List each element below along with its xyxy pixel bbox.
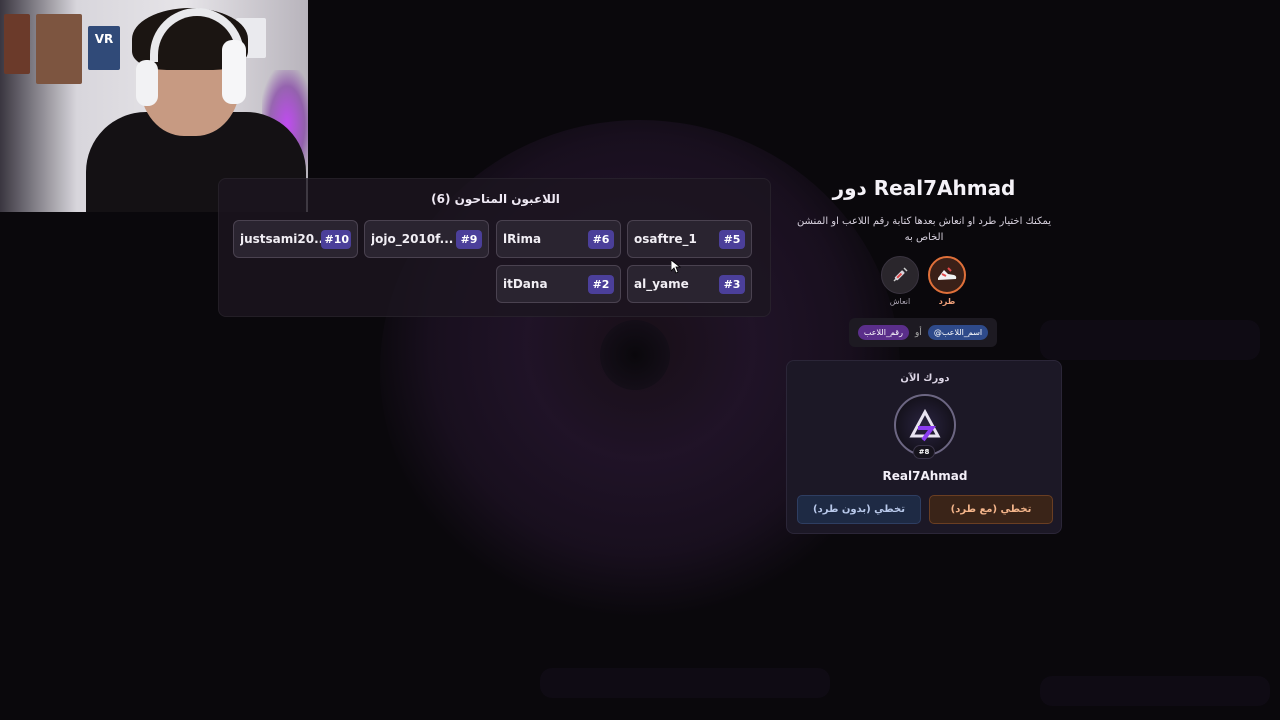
player-name: osaftre_1	[634, 232, 697, 246]
current-turn-label: دورك الآن	[900, 373, 950, 384]
turn-instructions: يمكنك اختيار طرد او انعاش بعدها كتابة رق…	[796, 216, 1052, 243]
skip-with-kick-button[interactable]: تخطي (مع طرد)	[929, 495, 1053, 524]
player-card[interactable]: osaftre_1 #5	[627, 220, 752, 258]
player-name-tag: @اسم_اللاعب	[927, 325, 989, 340]
current-player-name: Real7Ahmad	[882, 469, 968, 483]
player-name: al_yame	[634, 277, 689, 291]
kick-action-button[interactable]	[928, 256, 966, 294]
player-name: justsami20...	[240, 232, 321, 246]
webcam-poster: VR	[88, 26, 120, 70]
turn-title: دور Real7Ahmad	[832, 176, 1016, 200]
background-panel	[540, 668, 830, 698]
player-number-tag: رقم_اللاعب	[857, 325, 909, 340]
player-card[interactable]: itDana #2	[496, 265, 621, 303]
player-number-badge: #6	[588, 229, 614, 249]
player-name: lRima	[503, 232, 542, 246]
player-card[interactable]: jojo_2010f... #9	[364, 220, 489, 258]
command-format-hint: رقم_اللاعب أو @اسم_اللاعب	[849, 318, 997, 347]
syringe-icon	[893, 267, 908, 282]
player-name: jojo_2010f...	[371, 232, 454, 246]
player-card[interactable]: al_yame #3	[627, 265, 752, 303]
background-panel	[1040, 320, 1260, 360]
current-turn-card: دورك الآن #8 Real7Ahmad تخطي (مع طرد) تخ…	[786, 360, 1062, 534]
available-players-title: اللاعبون المتاحون (6)	[431, 192, 560, 206]
kick-action-label: طرد	[938, 297, 956, 306]
roulette-wheel-hub	[600, 320, 670, 390]
player-number-badge: #2	[588, 274, 614, 294]
player-number-badge: #8	[913, 445, 935, 459]
triangle-logo-icon	[909, 408, 941, 442]
player-card[interactable]: justsami20... #10	[233, 220, 358, 258]
background-panel	[1040, 676, 1270, 706]
available-players-panel: اللاعبون المتاحون (6) justsami20... #10 …	[218, 178, 771, 317]
player-number-badge: #3	[719, 274, 745, 294]
player-number-badge: #10	[320, 229, 351, 249]
player-number-badge: #9	[456, 229, 482, 249]
skip-without-kick-button[interactable]: تخطي (بدون طرد)	[797, 495, 921, 524]
revive-action-button[interactable]	[881, 256, 919, 294]
or-separator: أو	[914, 327, 922, 338]
mouse-cursor-icon	[671, 260, 681, 274]
player-card[interactable]: lRima #6	[496, 220, 621, 258]
shoe-kick-icon	[938, 267, 957, 280]
player-number-badge: #5	[719, 229, 745, 249]
revive-action-label: انعاش	[889, 297, 911, 306]
player-name: itDana	[503, 277, 548, 291]
